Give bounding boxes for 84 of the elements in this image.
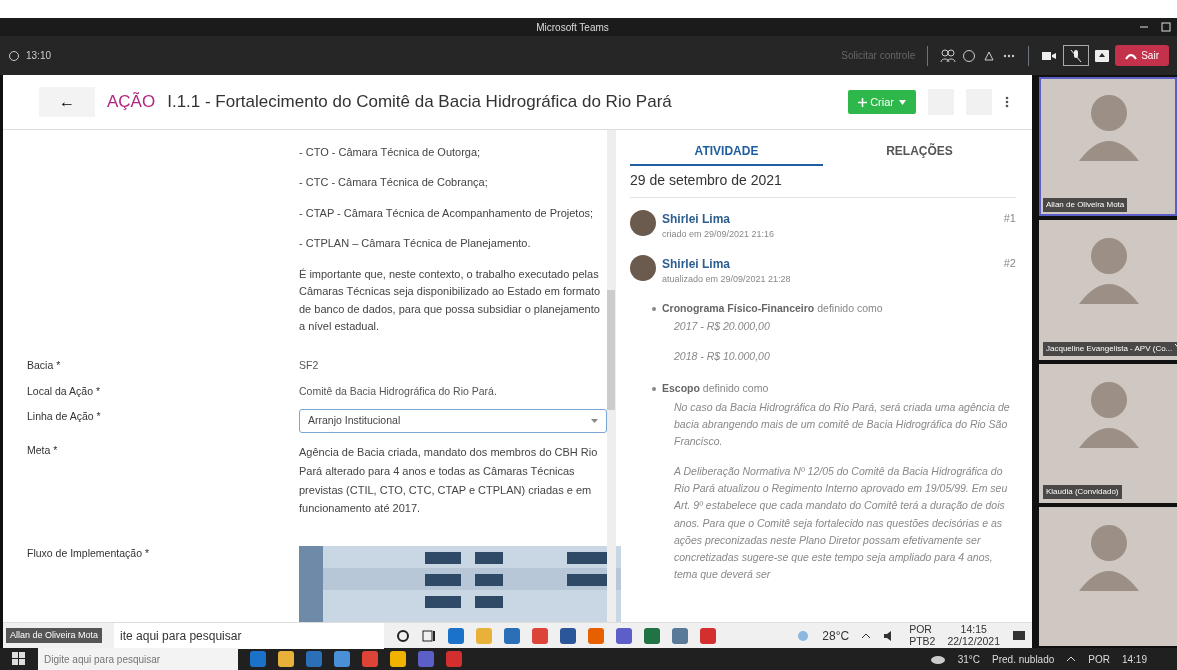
scrollbar-thumb[interactable] (607, 289, 615, 410)
change-heading: Escopo definido como (662, 380, 770, 396)
avatar (630, 255, 656, 281)
entry-number: #1 (1003, 210, 1016, 226)
people-icon[interactable] (940, 48, 957, 63)
select-field[interactable]: Arranjo Institucional (299, 409, 607, 434)
leave-button[interactable]: Sair (1115, 45, 1169, 66)
list-item: - CTPLAN – Câmara Técnica de Planejamento. (299, 236, 532, 251)
notification-icon[interactable] (1012, 629, 1026, 642)
page-title: I.1.1 - Fortalecimento do Comitê da Bacia Hidrográfica do Rio Pará (167, 91, 672, 113)
change-value: 2017 - R$ 20.000,00 (674, 319, 771, 335)
page-type-label: AÇÃO (107, 91, 156, 113)
windows-logo-icon[interactable] (12, 652, 26, 666)
entry-timestamp: criado em 29/09/2021 21:16 (662, 227, 776, 241)
bullet-icon (652, 386, 656, 391)
muted-mic-icon (1069, 49, 1084, 64)
author-link[interactable]: Shirlei Lima (662, 255, 998, 273)
plus-icon (858, 98, 868, 108)
weather-text: Pred. nublado (992, 652, 1055, 667)
participant-name: Allan de Oliveira Mota (1046, 199, 1125, 212)
camera-icon[interactable] (1041, 49, 1058, 62)
shield-icon (8, 49, 20, 62)
search-field[interactable]: ite aqui para pesquisar (114, 622, 385, 649)
field-value: Comitê da Bacia Hidrográfica do Rio Pará. (299, 383, 498, 399)
app-icon[interactable] (448, 627, 465, 644)
tab[interactable]: ATIVIDADE (630, 137, 823, 166)
temperature-text: 28°C (822, 627, 850, 645)
clock-date[interactable]: 22/12/2021 (947, 635, 1000, 647)
phone-icon (1125, 52, 1138, 60)
app-icon[interactable] (532, 627, 549, 644)
author-link[interactable]: Shirlei Lima (662, 209, 998, 228)
list-item: - CTAP - Câmara Técnica de Acompanhamento de Projetos; (299, 205, 595, 221)
field-label: Meta * (27, 443, 59, 459)
list-item: - CTC - Câmara Técnica de Cobrança; (299, 175, 489, 190)
chat-icon[interactable] (962, 48, 977, 63)
keyboard-layout-text[interactable]: PTB2 (909, 635, 936, 647)
app-icon[interactable] (644, 627, 661, 644)
app-icon[interactable] (616, 627, 633, 644)
participant-name: Klaudia (Convidado) (1046, 485, 1119, 498)
entry-number: #2 (1003, 256, 1016, 271)
tab[interactable]: RELAÇÕES (823, 137, 1016, 166)
avatar (630, 209, 656, 236)
caret-up-icon[interactable] (861, 632, 872, 639)
app-icon[interactable] (504, 627, 521, 644)
clock-time[interactable]: 14:19 (1121, 651, 1147, 667)
change-value: A Deliberação Normativa Nº 12/05 do Comitê da Bacia Hidrográfica do Rio Pará atualizou o Regimento Interno aprovado em 19/05/99. Em seu Art. 9º estabelece que cada mandato do Comitê terá a duração de dois anos. Para que o Comitê seja fortalecido nas questões decisórias e as ações preconizadas neste Plano Diretor possam efetivamente ser concretizadas sugere-se que este tempo seja ampliado para 4 anos, tema que deverá ser (674, 463, 1009, 583)
app-icon[interactable] (700, 627, 717, 644)
search-field[interactable]: Digite aqui para pesquisar (38, 648, 238, 670)
caret-down-icon (899, 100, 906, 106)
field-label: Bacia * (27, 357, 62, 373)
caret-down-icon (591, 419, 598, 424)
field-value: SF2 (299, 357, 320, 373)
list-item: - CTO - Câmara Técnica de Outorga; (299, 144, 482, 160)
entry-timestamp: atualizado em 29/09/2021 21:28 (662, 273, 792, 286)
app-icon[interactable] (560, 627, 577, 644)
change-value: No caso da Bacia Hidrográfica do Rio Pará, será criada uma agência de bacia abrangendo mais de um comitê de Bacia Hidrográfica do Rio São Francisco. (674, 399, 1011, 450)
task-view-icon[interactable] (422, 628, 437, 643)
kebab-icon[interactable] (1004, 94, 1010, 109)
date-heading: 29 de setembro de 2021 (630, 165, 1016, 198)
language-text[interactable]: POR (1088, 651, 1110, 667)
app-icon[interactable] (588, 627, 605, 644)
maximize-icon[interactable] (1161, 22, 1171, 32)
presenter-name-tag: Allan de Oliveira Mota (6, 627, 103, 644)
cortana-icon[interactable] (396, 628, 411, 643)
participant-name: Jacqueline Evangelista - APV (Co... (1046, 342, 1173, 355)
change-value: 2018 - R$ 10.000,00 (674, 348, 771, 364)
description-paragraph: É importante que, neste contexto, o trabalho executado pelas Câmaras Técnicas seja disponibilizado ao Estado em formato de banco de dados, para que possa subsidiar o planejamento a nível estadual. (299, 266, 602, 335)
call-timer: 13:10 (26, 49, 52, 63)
mute-button[interactable] (1063, 44, 1090, 67)
share-icon[interactable] (1095, 49, 1110, 62)
clock-time[interactable]: 14:15 (947, 624, 1000, 636)
change-heading: Cronograma Físico-Financeiro definido como (662, 300, 884, 316)
back-button[interactable]: ← (39, 86, 95, 117)
app-icon[interactable] (672, 627, 689, 644)
temperature-text: 31°C (957, 652, 980, 667)
weather-icon (796, 628, 811, 643)
field-label: Fluxo de Implementação * (27, 545, 150, 561)
language-text[interactable]: POR (909, 624, 936, 636)
cloud-icon (929, 654, 946, 664)
bullet-icon (652, 306, 656, 311)
field-value: Agência de Bacia criada, mandato dos membros do CBH Rio Pará alterado para 4 anos e todas as Câmaras Técnicas previstas (CTIL, CTO, CTC, CTAP e CTPLAN) criadas e em funcionamento até 2017. (299, 445, 599, 517)
field-label: Linha de Ação * (27, 409, 102, 425)
field-label: Local da Ação * (27, 383, 101, 399)
window-title: Microsoft Teams (536, 20, 609, 35)
